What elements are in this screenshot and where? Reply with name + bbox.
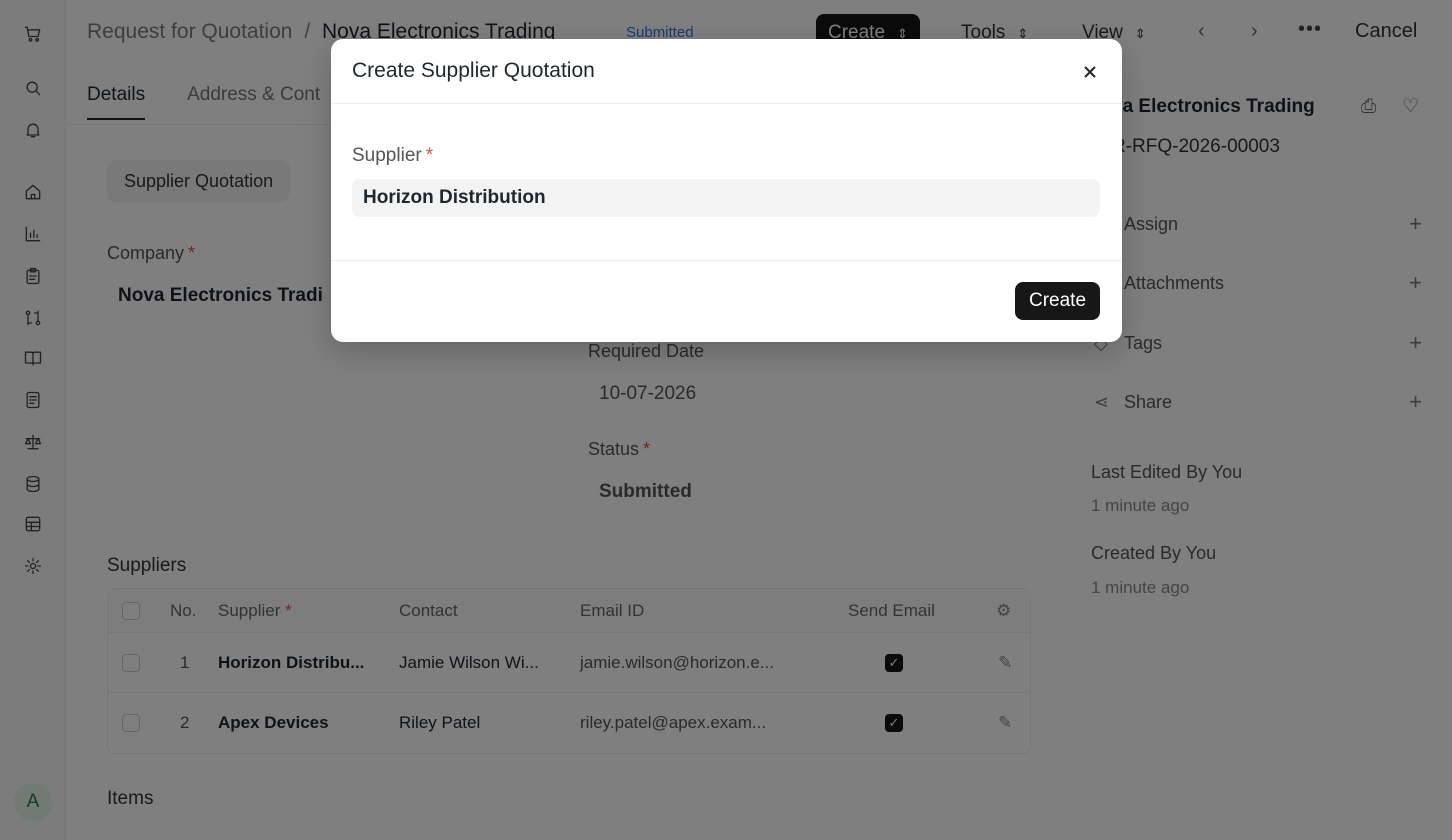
dialog-footer-divider [331, 260, 1122, 261]
close-icon[interactable] [1079, 61, 1101, 83]
create-supplier-quotation-dialog: Create Supplier Quotation Supplier * Hori… [331, 39, 1122, 342]
supplier-input[interactable]: Horizon Distribution [352, 179, 1100, 217]
create-button[interactable]: Create [1015, 282, 1100, 320]
dialog-title: Create Supplier Quotation [352, 59, 595, 82]
supplier-field-label-text: Supplier [352, 145, 422, 166]
supplier-field-label: Supplier * [352, 145, 433, 167]
dialog-header-divider [331, 103, 1122, 104]
required-mark: * [425, 145, 434, 166]
